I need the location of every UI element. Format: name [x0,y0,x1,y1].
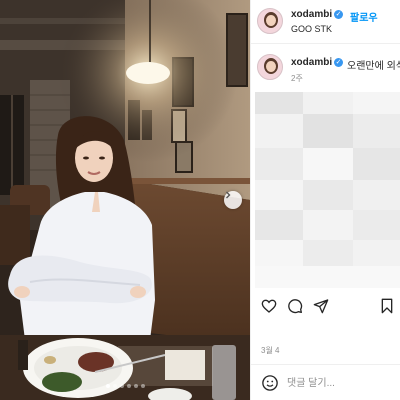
post-header: xodambi ✓ 팔로우 GOO STK [251,0,400,44]
carousel-dot [112,384,117,388]
bookmark-icon [381,298,393,314]
paper-plane-icon [313,299,329,314]
carousel-dot [105,384,110,388]
chevron-right-icon [226,191,231,199]
username-link[interactable]: xodambi [291,9,332,20]
post-side-panel: xodambi ✓ 팔로우 GOO STK xodambi ✓ 오랜만에 외식 … [250,0,400,400]
comment-input[interactable] [287,375,397,391]
location-link[interactable]: GOO STK [291,24,332,34]
caption-username[interactable]: xodambi [291,57,332,68]
carousel-dot [133,384,138,388]
post-date: 3월 4 [261,346,280,355]
post-photo[interactable] [0,0,250,400]
follow-button[interactable]: 팔로우 [350,9,378,24]
share-button[interactable] [311,296,331,316]
carousel-dot [126,384,131,388]
post-time-ago: 2주 [291,74,303,83]
verified-badge-icon: ✓ [334,10,343,19]
comment-icon [288,299,303,314]
pixelated-comments [255,92,400,288]
comment-button[interactable] [285,296,305,316]
smiley-icon [262,375,278,391]
caption-text: 오랜만에 외식 [347,61,400,72]
avatar[interactable] [257,8,283,34]
post-actions [251,296,400,318]
restaurant-scene-image [0,0,250,400]
avatar-face [266,61,276,72]
heart-icon [261,299,277,313]
emoji-button[interactable] [261,374,279,392]
avatar-face [266,15,276,26]
save-button[interactable] [377,296,397,316]
carousel-indicator [0,384,250,388]
like-button[interactable] [259,296,279,316]
verified-badge-icon: ✓ [334,58,343,67]
carousel-next-button[interactable] [224,191,242,209]
carousel-dot [140,384,145,388]
post-modal: xodambi ✓ 팔로우 GOO STK xodambi ✓ 오랜만에 외식 … [0,0,400,400]
carousel-dot [119,384,124,388]
comment-bar [251,364,400,400]
avatar[interactable] [257,54,283,80]
